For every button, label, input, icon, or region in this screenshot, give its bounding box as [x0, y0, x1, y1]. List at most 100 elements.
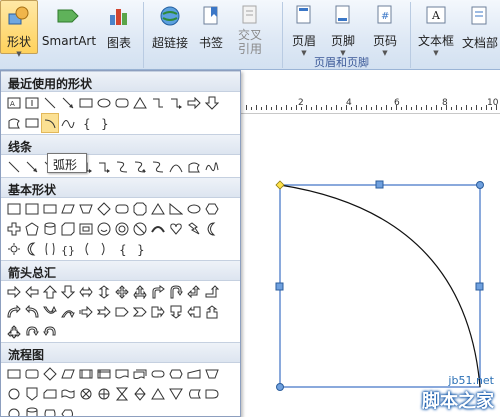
sort-icon[interactable] — [131, 384, 149, 404]
bent-up-arrow-icon[interactable] — [203, 282, 221, 302]
extract-icon[interactable] — [149, 384, 167, 404]
block-arc-icon[interactable] — [149, 219, 167, 239]
pentagon-icon[interactable] — [23, 219, 41, 239]
or-icon[interactable] — [95, 384, 113, 404]
isosceles-triangle-icon[interactable] — [149, 199, 167, 219]
curved-connector-icon[interactable] — [113, 157, 131, 177]
shapes-button[interactable]: 形状 ▼ — [0, 0, 38, 58]
textbox-button[interactable]: A 文本框 ▼ — [414, 0, 458, 57]
bent-arrow-icon[interactable] — [149, 282, 167, 302]
right-brace-icon[interactable]: } — [95, 113, 113, 133]
stored-data-icon[interactable] — [185, 384, 203, 404]
arrow-line-icon[interactable] — [23, 157, 41, 177]
up-arrow-icon[interactable] — [41, 282, 59, 302]
header-button[interactable]: 页眉 ▼ — [286, 0, 322, 57]
resize-handle-icon[interactable] — [475, 282, 484, 291]
delay-icon[interactable] — [203, 384, 221, 404]
card-icon[interactable] — [41, 384, 59, 404]
merge-icon[interactable] — [167, 384, 185, 404]
left-right-arrow-icon[interactable] — [77, 282, 95, 302]
line-icon[interactable] — [5, 157, 23, 177]
bookmark-button[interactable]: 书签 — [195, 0, 227, 54]
oval-icon[interactable] — [185, 199, 203, 219]
right-triangle-icon[interactable] — [167, 199, 185, 219]
rounded-rectangle-icon[interactable] — [113, 199, 131, 219]
moon-icon[interactable] — [23, 239, 41, 259]
resize-handle-icon[interactable] — [275, 282, 284, 291]
offpage-connector-icon[interactable] — [23, 384, 41, 404]
docparts-button[interactable]: 文档部 — [460, 0, 500, 54]
left-bracket-icon[interactable] — [77, 239, 95, 259]
pagenum-button[interactable]: # 页码 ▼ — [366, 0, 404, 57]
cross-icon[interactable] — [5, 219, 23, 239]
resize-handle-icon[interactable] — [476, 181, 484, 189]
manual-input-icon[interactable] — [185, 364, 203, 384]
drawing-canvas[interactable] — [240, 114, 500, 417]
curved-right-arrow-icon[interactable] — [5, 302, 23, 322]
right-brace-icon[interactable]: } — [131, 239, 149, 259]
vertical-textbox-icon[interactable] — [23, 199, 41, 219]
textbox-shape-icon[interactable] — [5, 199, 23, 219]
right-arrow-icon[interactable] — [5, 282, 23, 302]
left-arrow-callout-icon[interactable] — [185, 302, 203, 322]
rectangle-icon[interactable] — [41, 199, 59, 219]
double-brace-icon[interactable]: {} — [59, 239, 77, 259]
can-icon[interactable] — [41, 219, 59, 239]
sequential-access-storage-icon[interactable] — [5, 404, 23, 416]
resize-handle-icon[interactable] — [276, 383, 284, 391]
striped-right-arrow-icon[interactable] — [77, 302, 95, 322]
down-arrow-icon[interactable] — [59, 282, 77, 302]
rounded-rectangle-icon[interactable] — [113, 93, 131, 113]
octagon-icon[interactable] — [131, 199, 149, 219]
arc-icon[interactable] — [41, 113, 59, 133]
left-brace-icon[interactable]: { — [77, 113, 95, 133]
predefined-process-icon[interactable] — [77, 364, 95, 384]
elbow-arrow-icon[interactable] — [167, 93, 185, 113]
elbow-double-arrow-icon[interactable] — [95, 157, 113, 177]
circular-arrow-alt-icon[interactable] — [41, 322, 59, 342]
smiley-icon[interactable] — [95, 219, 113, 239]
left-brace-icon[interactable]: { — [113, 239, 131, 259]
down-arrow-icon[interactable] — [203, 93, 221, 113]
punched-tape-icon[interactable] — [59, 384, 77, 404]
quad-arrow-callout-icon[interactable] — [5, 322, 23, 342]
parallelogram-icon[interactable] — [59, 199, 77, 219]
curve-icon[interactable] — [167, 157, 185, 177]
document-icon[interactable] — [113, 364, 131, 384]
bevel-icon[interactable] — [77, 219, 95, 239]
freeform-icon[interactable] — [5, 113, 23, 133]
magnetic-disk-icon[interactable] — [23, 404, 41, 416]
direct-access-storage-icon[interactable] — [41, 404, 59, 416]
line-icon[interactable] — [41, 93, 59, 113]
freeform-icon[interactable] — [185, 157, 203, 177]
hexagon-icon[interactable] — [203, 199, 221, 219]
left-arrow-icon[interactable] — [23, 282, 41, 302]
up-arrow-callout-icon[interactable] — [203, 302, 221, 322]
display-icon[interactable] — [59, 404, 77, 416]
quad-arrow-icon[interactable] — [113, 282, 131, 302]
chart-button[interactable]: 图表 — [102, 0, 136, 54]
notched-right-arrow-icon[interactable] — [95, 302, 113, 322]
textbox-shape-icon[interactable]: A — [5, 93, 23, 113]
sun-icon[interactable] — [5, 239, 23, 259]
curved-up-arrow-icon[interactable] — [41, 302, 59, 322]
curved-arrow-connector-icon[interactable] — [131, 157, 149, 177]
horizontal-ruler[interactable]: 2 4 6 8 10 — [240, 96, 500, 114]
u-turn-arrow-icon[interactable] — [167, 282, 185, 302]
pentagon-arrow-icon[interactable] — [113, 302, 131, 322]
curved-down-arrow-icon[interactable] — [59, 302, 77, 322]
lightning-icon[interactable] — [185, 219, 203, 239]
right-arrow-callout-icon[interactable] — [149, 302, 167, 322]
oval-icon[interactable] — [95, 93, 113, 113]
terminator-icon[interactable] — [149, 364, 167, 384]
alternate-process-icon[interactable] — [23, 364, 41, 384]
heart-icon[interactable] — [167, 219, 185, 239]
process-icon[interactable] — [5, 364, 23, 384]
hyperlink-button[interactable]: 超链接 — [148, 0, 192, 54]
scribble-icon[interactable] — [203, 157, 221, 177]
up-down-arrow-icon[interactable] — [95, 282, 113, 302]
right-arrow-icon[interactable] — [185, 93, 203, 113]
preparation-icon[interactable] — [167, 364, 185, 384]
cube-icon[interactable] — [59, 219, 77, 239]
multidocument-icon[interactable] — [131, 364, 149, 384]
